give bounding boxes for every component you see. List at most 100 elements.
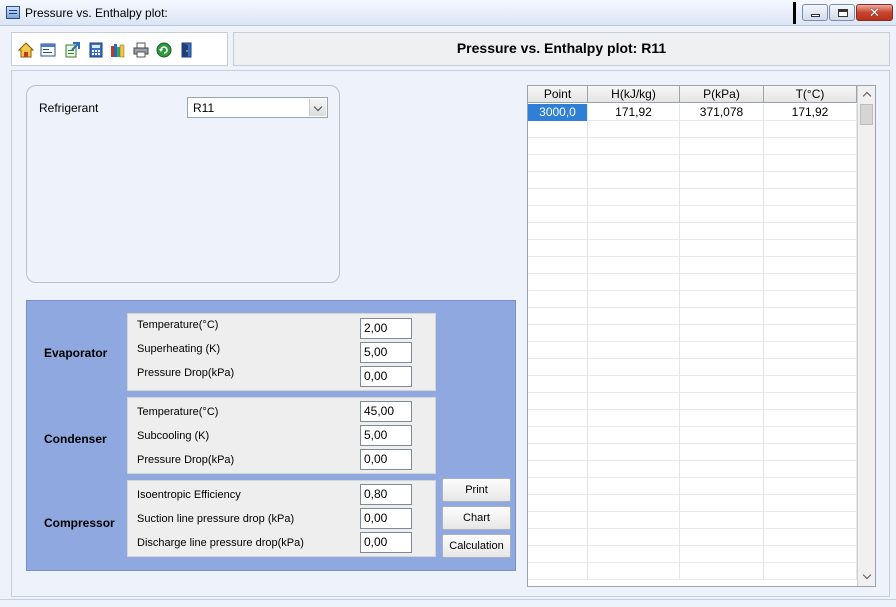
empty-cell (588, 240, 680, 257)
scroll-up-icon[interactable] (859, 87, 875, 103)
empty-cell (680, 444, 764, 461)
compressor-suction-label: Suction line pressure drop (kPa) (137, 513, 295, 525)
books-icon[interactable] (110, 42, 126, 58)
empty-cell (680, 172, 764, 189)
empty-cell (764, 495, 857, 512)
condenser-subcooling-input[interactable]: 5,00 (360, 425, 412, 446)
empty-cell (588, 461, 680, 478)
results-grid[interactable]: Point H(kJ/kg) P(kPa) T(°C) 3000,0 171,9… (527, 85, 876, 587)
column-header-point[interactable]: Point (528, 86, 588, 103)
condenser-temperature-input[interactable]: 45,00 (360, 401, 412, 422)
empty-cell (764, 512, 857, 529)
scroll-down-icon[interactable] (859, 569, 875, 585)
scroll-thumb[interactable] (860, 104, 873, 125)
empty-cell (528, 172, 588, 189)
empty-row (528, 563, 858, 580)
empty-cell (588, 393, 680, 410)
empty-cell (764, 155, 857, 172)
empty-cell (764, 257, 857, 274)
empty-cell (528, 393, 588, 410)
empty-cell (588, 563, 680, 580)
empty-row (528, 257, 858, 274)
grid-scrollbar[interactable] (857, 86, 875, 586)
empty-cell (528, 257, 588, 274)
calculation-button[interactable]: Calculation (442, 534, 511, 558)
empty-cell (764, 223, 857, 240)
table-row[interactable]: 3000,0 171,92 371,078 171,92 (528, 104, 858, 121)
empty-cell (528, 325, 588, 342)
empty-cell (528, 223, 588, 240)
chevron-down-icon[interactable] (309, 99, 326, 116)
column-header-pressure[interactable]: P(kPa) (680, 86, 764, 103)
empty-cell (588, 376, 680, 393)
exit-icon[interactable] (179, 42, 195, 58)
empty-row (528, 478, 858, 495)
empty-row (528, 223, 858, 240)
empty-cell (764, 563, 857, 580)
cell-enthalpy[interactable]: 171,92 (588, 104, 680, 121)
empty-cell (680, 563, 764, 580)
empty-row (528, 172, 858, 189)
empty-cell (680, 240, 764, 257)
empty-cell (680, 274, 764, 291)
condenser-pressure-drop-label: Pressure Drop(kPa) (137, 454, 235, 466)
empty-cell (680, 427, 764, 444)
empty-cell (680, 512, 764, 529)
compressor-suction-input[interactable]: 0,00 (360, 508, 412, 529)
empty-cell (588, 410, 680, 427)
column-header-enthalpy[interactable]: H(kJ/kg) (588, 86, 680, 103)
close-button[interactable]: ✕ (856, 4, 893, 21)
empty-cell (528, 121, 588, 138)
minimize-icon (811, 14, 820, 17)
cell-pressure[interactable]: 371,078 (680, 104, 764, 121)
refrigerant-select[interactable]: R11 (187, 97, 328, 118)
evaporator-temperature-input[interactable]: 2,00 (360, 318, 412, 339)
evaporator-superheating-label: Superheating (K) (137, 343, 221, 355)
chart-button[interactable]: Chart (442, 506, 511, 530)
page-title: Pressure vs. Enthalpy plot: R11 (233, 32, 890, 66)
empty-cell (764, 359, 857, 376)
column-header-temperature[interactable]: T(°C) (764, 86, 857, 103)
empty-cell (680, 461, 764, 478)
empty-cell (680, 342, 764, 359)
empty-cell (764, 461, 857, 478)
cell-temperature[interactable]: 171,92 (764, 104, 857, 121)
empty-cell (680, 121, 764, 138)
evaporator-label: Evaporator (44, 346, 108, 360)
empty-cell (528, 291, 588, 308)
compressor-efficiency-input[interactable]: 0,80 (360, 484, 412, 505)
empty-row (528, 512, 858, 529)
empty-cell (680, 410, 764, 427)
export-icon[interactable] (64, 42, 80, 58)
empty-cell (528, 342, 588, 359)
empty-cell (588, 172, 680, 189)
home-icon[interactable] (18, 42, 34, 58)
empty-cell (764, 427, 857, 444)
empty-cell (528, 155, 588, 172)
empty-row (528, 376, 858, 393)
evaporator-temperature-label: Temperature(°C) (137, 319, 219, 331)
maximize-button[interactable] (829, 4, 855, 21)
refresh-icon[interactable] (156, 42, 172, 58)
empty-cell (764, 138, 857, 155)
print-button[interactable]: Print (442, 478, 511, 502)
printer-icon[interactable] (133, 42, 149, 58)
empty-cell (588, 223, 680, 240)
empty-cell (680, 206, 764, 223)
refrigerant-label: Refrigerant (39, 101, 99, 115)
calculator-icon[interactable] (88, 42, 104, 58)
evaporator-pressure-drop-input[interactable]: 0,00 (360, 366, 412, 387)
empty-cell (764, 376, 857, 393)
empty-cell (588, 325, 680, 342)
empty-cell (764, 308, 857, 325)
empty-cell (764, 546, 857, 563)
empty-cell (680, 359, 764, 376)
minimize-button[interactable] (802, 4, 828, 21)
compressor-label: Compressor (44, 516, 115, 530)
window-icon[interactable] (40, 42, 56, 58)
cell-point[interactable]: 3000,0 (528, 104, 588, 121)
compressor-discharge-input[interactable]: 0,00 (360, 532, 412, 553)
evaporator-superheating-input[interactable]: 5,00 (360, 342, 412, 363)
empty-cell (680, 223, 764, 240)
condenser-pressure-drop-input[interactable]: 0,00 (360, 449, 412, 470)
